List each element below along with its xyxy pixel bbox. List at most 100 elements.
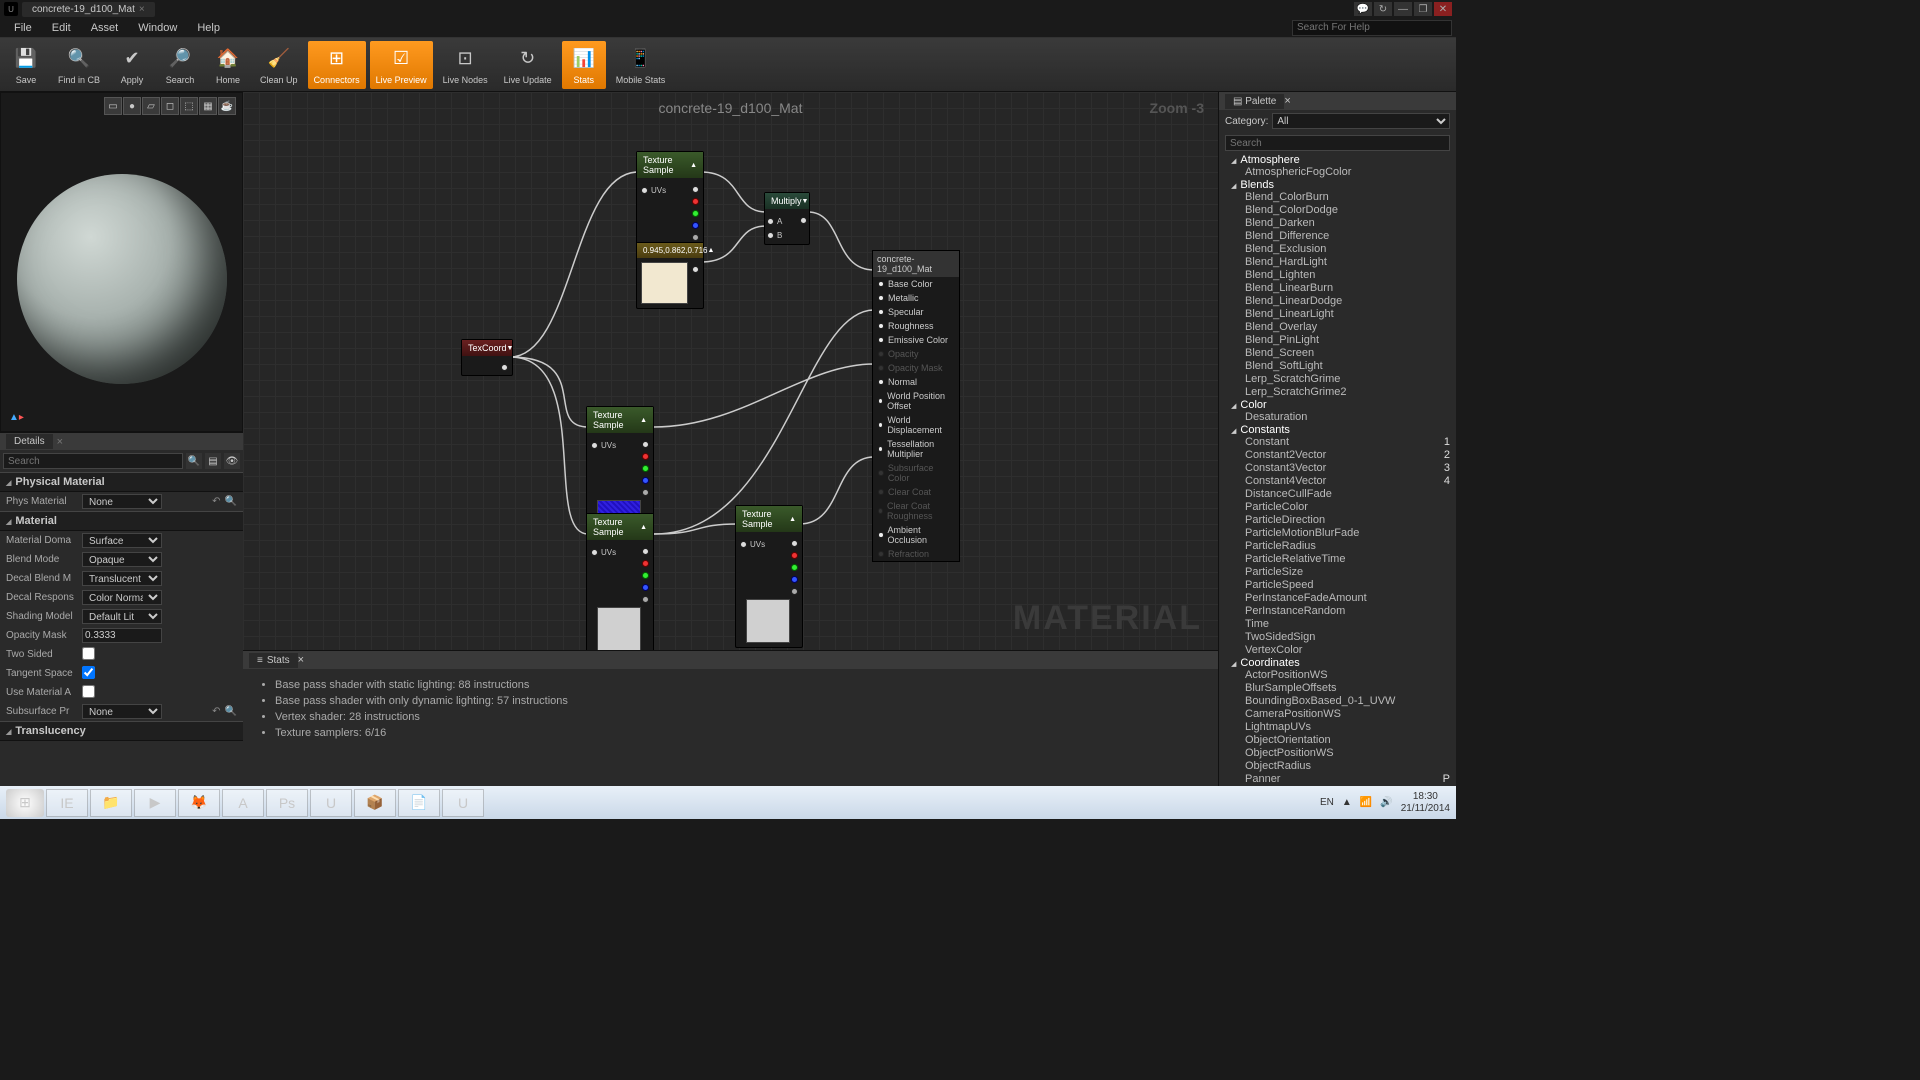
toolbar-stats[interactable]: 📊Stats: [562, 41, 606, 89]
palette-item[interactable]: Blend_LinearBurn: [1219, 282, 1456, 295]
preview-shape-cylinder-icon[interactable]: ▭: [104, 97, 122, 115]
browse-icon[interactable]: 🔍: [225, 496, 237, 507]
minimize-button[interactable]: —: [1394, 2, 1412, 16]
property-checkbox[interactable]: [82, 666, 95, 679]
category-header[interactable]: Material: [0, 511, 243, 531]
lang-indicator[interactable]: EN: [1320, 797, 1334, 808]
tray-flag-icon[interactable]: ▲: [1342, 797, 1352, 808]
toolbar-find-in-cb[interactable]: 🔍Find in CB: [52, 41, 106, 89]
palette-item[interactable]: PannerP: [1219, 773, 1456, 786]
node-multiply[interactable]: Multiply▼ AB: [764, 192, 810, 245]
browse-icon[interactable]: 🔍: [225, 706, 237, 717]
palette-item[interactable]: ParticleDirection: [1219, 514, 1456, 527]
palette-item[interactable]: Blend_Difference: [1219, 230, 1456, 243]
palette-item[interactable]: ParticleMotionBlurFade: [1219, 527, 1456, 540]
chevron-up-icon[interactable]: ▲: [789, 516, 796, 523]
palette-item[interactable]: ParticleSpeed: [1219, 579, 1456, 592]
property-input[interactable]: [82, 628, 162, 643]
palette-item[interactable]: Constant3Vector3: [1219, 462, 1456, 475]
category-header[interactable]: Physical Material: [0, 472, 243, 492]
palette-item[interactable]: PerInstanceRandom: [1219, 605, 1456, 618]
palette-item[interactable]: Constant2Vector2: [1219, 449, 1456, 462]
material-pin[interactable]: Base Color: [873, 277, 959, 291]
palette-item[interactable]: ParticleColor: [1219, 501, 1456, 514]
palette-category[interactable]: Constants: [1219, 424, 1456, 436]
palette-item[interactable]: Blend_LinearLight: [1219, 308, 1456, 321]
palette-item[interactable]: Blend_PinLight: [1219, 334, 1456, 347]
material-pin[interactable]: Roughness: [873, 319, 959, 333]
palette-category[interactable]: Blends: [1219, 179, 1456, 191]
node-texture-sample-4[interactable]: Texture Sample▲ UVs: [735, 505, 803, 648]
palette-tree[interactable]: AtmosphereAtmosphericFogColorBlendsBlend…: [1219, 154, 1456, 786]
node-texcoord[interactable]: TexCoord▼: [461, 339, 513, 376]
details-tab-label[interactable]: Details: [6, 434, 53, 449]
palette-item[interactable]: Constant4Vector4: [1219, 475, 1456, 488]
search-help-input[interactable]: [1292, 20, 1452, 36]
close-stats-icon[interactable]: ×: [298, 654, 304, 666]
chevron-up-icon[interactable]: ▲: [640, 417, 647, 424]
taskbar-app[interactable]: U: [442, 789, 484, 817]
material-pin[interactable]: World Displacement: [873, 413, 959, 437]
taskbar-app[interactable]: Ps: [266, 789, 308, 817]
material-pin[interactable]: Clear Coat: [873, 485, 959, 499]
palette-category[interactable]: Color: [1219, 399, 1456, 411]
palette-item[interactable]: PerInstanceFadeAmount: [1219, 592, 1456, 605]
toolbar-clean-up[interactable]: 🧹Clean Up: [254, 41, 304, 89]
preview-grid-icon[interactable]: ▦: [199, 97, 217, 115]
material-pin[interactable]: Opacity: [873, 347, 959, 361]
palette-item[interactable]: DistanceCullFade: [1219, 488, 1456, 501]
material-pin[interactable]: Opacity Mask: [873, 361, 959, 375]
palette-item[interactable]: Blend_ColorBurn: [1219, 191, 1456, 204]
material-pin[interactable]: Refraction: [873, 547, 959, 561]
menu-edit[interactable]: Edit: [42, 19, 81, 37]
palette-item[interactable]: ObjectRadius: [1219, 760, 1456, 773]
property-checkbox[interactable]: [82, 685, 95, 698]
palette-item[interactable]: Blend_LinearDodge: [1219, 295, 1456, 308]
property-select[interactable]: Default Lit: [82, 609, 162, 624]
toolbar-live-nodes[interactable]: ⊡Live Nodes: [437, 41, 494, 89]
material-pin[interactable]: Subsurface Color: [873, 461, 959, 485]
menu-window[interactable]: Window: [128, 19, 187, 37]
palette-item[interactable]: Blend_Lighten: [1219, 269, 1456, 282]
chevron-up-icon[interactable]: ▲: [690, 162, 697, 169]
preview-teapot-icon[interactable]: ☕: [218, 97, 236, 115]
node-constant-vector[interactable]: 0.945,0.862,0.716▲: [636, 242, 704, 309]
palette-item[interactable]: Blend_Exclusion: [1219, 243, 1456, 256]
toolbar-save[interactable]: 💾Save: [4, 41, 48, 89]
palette-item[interactable]: BlurSampleOffsets: [1219, 682, 1456, 695]
node-texture-sample-3[interactable]: Texture Sample▲ UVs: [586, 513, 654, 650]
palette-item[interactable]: ParticleRelativeTime: [1219, 553, 1456, 566]
chevron-down-icon[interactable]: ▼: [507, 345, 514, 352]
toolbar-connectors[interactable]: ⊞Connectors: [308, 41, 366, 89]
preview-shape-sphere-icon[interactable]: ●: [123, 97, 141, 115]
palette-item[interactable]: Blend_Screen: [1219, 347, 1456, 360]
palette-tab-label[interactable]: ▤ Palette: [1225, 94, 1284, 109]
close-button[interactable]: ✕: [1434, 2, 1452, 16]
close-tab-icon[interactable]: ×: [139, 4, 145, 15]
palette-category-select[interactable]: All: [1272, 113, 1450, 129]
node-material-result[interactable]: concrete-19_d100_Mat Base ColorMetallicS…: [872, 250, 960, 562]
palette-item[interactable]: TwoSidedSign: [1219, 631, 1456, 644]
toolbar-home[interactable]: 🏠Home: [206, 41, 250, 89]
palette-item[interactable]: LightmapUVs: [1219, 721, 1456, 734]
close-details-icon[interactable]: ×: [53, 436, 67, 448]
palette-item[interactable]: Blend_Overlay: [1219, 321, 1456, 334]
reset-icon[interactable]: ↶: [212, 706, 220, 717]
toolbar-live-preview[interactable]: ☑Live Preview: [370, 41, 433, 89]
details-search-input[interactable]: [3, 453, 183, 469]
palette-item[interactable]: VertexColor: [1219, 644, 1456, 657]
material-pin[interactable]: Specular: [873, 305, 959, 319]
chevron-down-icon[interactable]: ▼: [802, 198, 809, 205]
property-select[interactable]: None: [82, 494, 162, 509]
chevron-up-icon[interactable]: ▲: [708, 247, 715, 254]
material-graph[interactable]: concrete-19_d100_Mat Zoom -3 MATERIAL Te…: [243, 92, 1218, 650]
taskbar-app[interactable]: ▶: [134, 789, 176, 817]
palette-item[interactable]: BoundingBoxBased_0-1_UVW: [1219, 695, 1456, 708]
menu-help[interactable]: Help: [187, 19, 230, 37]
property-checkbox[interactable]: [82, 647, 95, 660]
notify-icon[interactable]: 💬: [1354, 2, 1372, 16]
document-tab[interactable]: concrete-19_d100_Mat ×: [22, 2, 155, 17]
property-select[interactable]: None: [82, 704, 162, 719]
material-pin[interactable]: Normal: [873, 375, 959, 389]
palette-item[interactable]: AtmosphericFogColor: [1219, 166, 1456, 179]
